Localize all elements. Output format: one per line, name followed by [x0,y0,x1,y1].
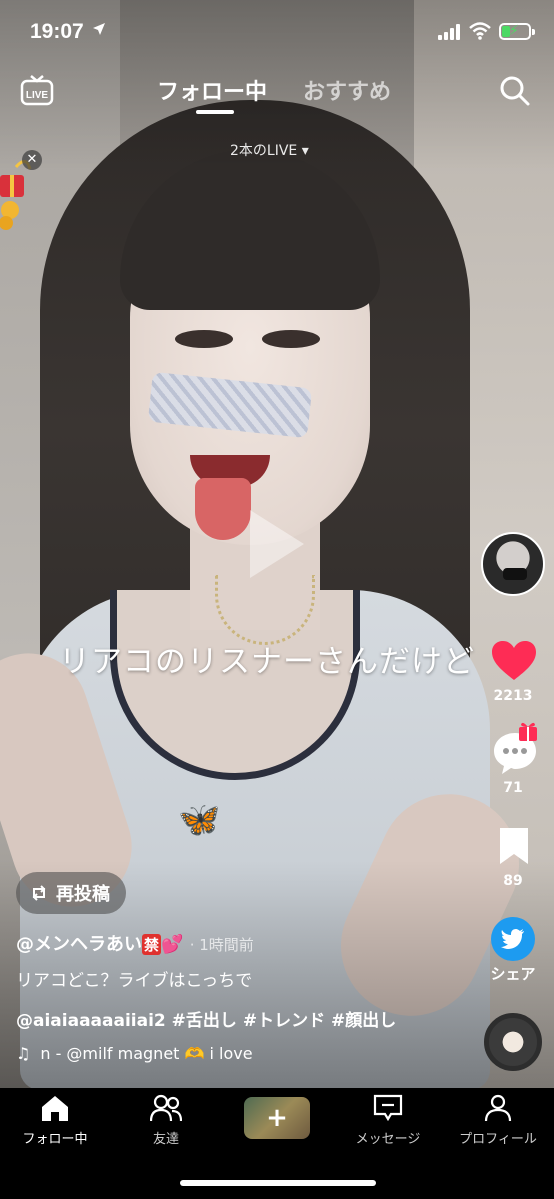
tab-for-you[interactable]: おすすめ [303,74,391,106]
tab-home-label: フォロー中 [22,1132,88,1147]
battery-icon: ⚡ [499,23,535,40]
live-icon[interactable]: LIVE [20,74,54,106]
friends-icon [149,1094,183,1122]
repost-badge[interactable]: 再投稿 [16,872,126,914]
comment-count: 71 [503,780,523,796]
home-icon [42,1096,68,1121]
tab-messages-label: メッセージ [355,1132,421,1147]
wifi-icon [469,22,491,40]
live-icon-label: LIVE [26,90,49,101]
tab-friends-label: 友達 [152,1132,179,1147]
tab-following[interactable]: フォロー中 [157,74,267,106]
twitter-icon [501,929,524,949]
author-emoji: 💕 [161,934,184,955]
active-tab-indicator [196,110,234,114]
repost-icon [32,885,46,901]
profile-icon [484,1094,512,1122]
status-time: 19:07 [30,20,84,43]
video-caption: リアコのリスナーさんだけど [59,644,475,680]
tab-home[interactable]: フォロー中 [5,1094,105,1147]
location-arrow-icon [93,23,105,35]
play-icon[interactable] [250,510,304,578]
music-info[interactable]: ♫ n - @milf magnet 🫶 i love [16,1044,253,1063]
post-description: リアコどこ？ライブはこっちで [16,971,253,991]
share-label: シェア [490,965,536,983]
create-plus: + [266,1103,288,1133]
home-indicator[interactable] [180,1180,376,1186]
avatar-mask [503,568,527,580]
status-bar: 19:07 ⚡ [0,0,554,64]
video-eye [175,330,233,348]
butterfly-icon: 🦋 [178,800,221,840]
tab-friends[interactable]: 友達 [116,1094,216,1147]
create-button[interactable]: + [244,1097,310,1139]
tab-profile[interactable]: プロフィール [448,1094,548,1147]
search-icon[interactable] [499,75,531,107]
post-time: · 1時間前 [189,936,254,954]
message-icon [373,1094,403,1122]
music-note-icon: ♫ [16,1044,31,1063]
post-tags[interactable]: @aiaiaaaaaiiai2 #舌出し #トレンド #顔出し [16,1006,396,1031]
bookmark-icon[interactable] [497,826,531,866]
creator-avatar[interactable] [481,532,545,596]
tab-messages[interactable]: メッセージ [338,1094,438,1147]
close-icon[interactable]: ✕ [22,150,42,170]
live-count-dropdown[interactable]: 2本のLIVE ▾ [230,140,309,160]
music-text: n - @milf magnet 🫶 i love [40,1044,253,1063]
music-disc[interactable] [484,1013,542,1071]
cellular-signal-icon [438,24,460,40]
author-name[interactable]: @メンヘラあい [16,934,142,955]
author-badge: 禁 [142,934,162,955]
repost-label: 再投稿 [56,884,110,905]
heart-icon[interactable] [491,640,537,682]
like-count: 2213 [493,688,533,704]
video-eye [262,330,320,348]
gift-icon[interactable] [518,720,538,742]
author-line[interactable]: @メンヘラあい禁 💕 · 1時間前 [16,930,254,956]
bookmark-count: 89 [503,873,523,889]
video-tongue [195,478,251,540]
tab-profile-label: プロフィール [459,1132,537,1147]
